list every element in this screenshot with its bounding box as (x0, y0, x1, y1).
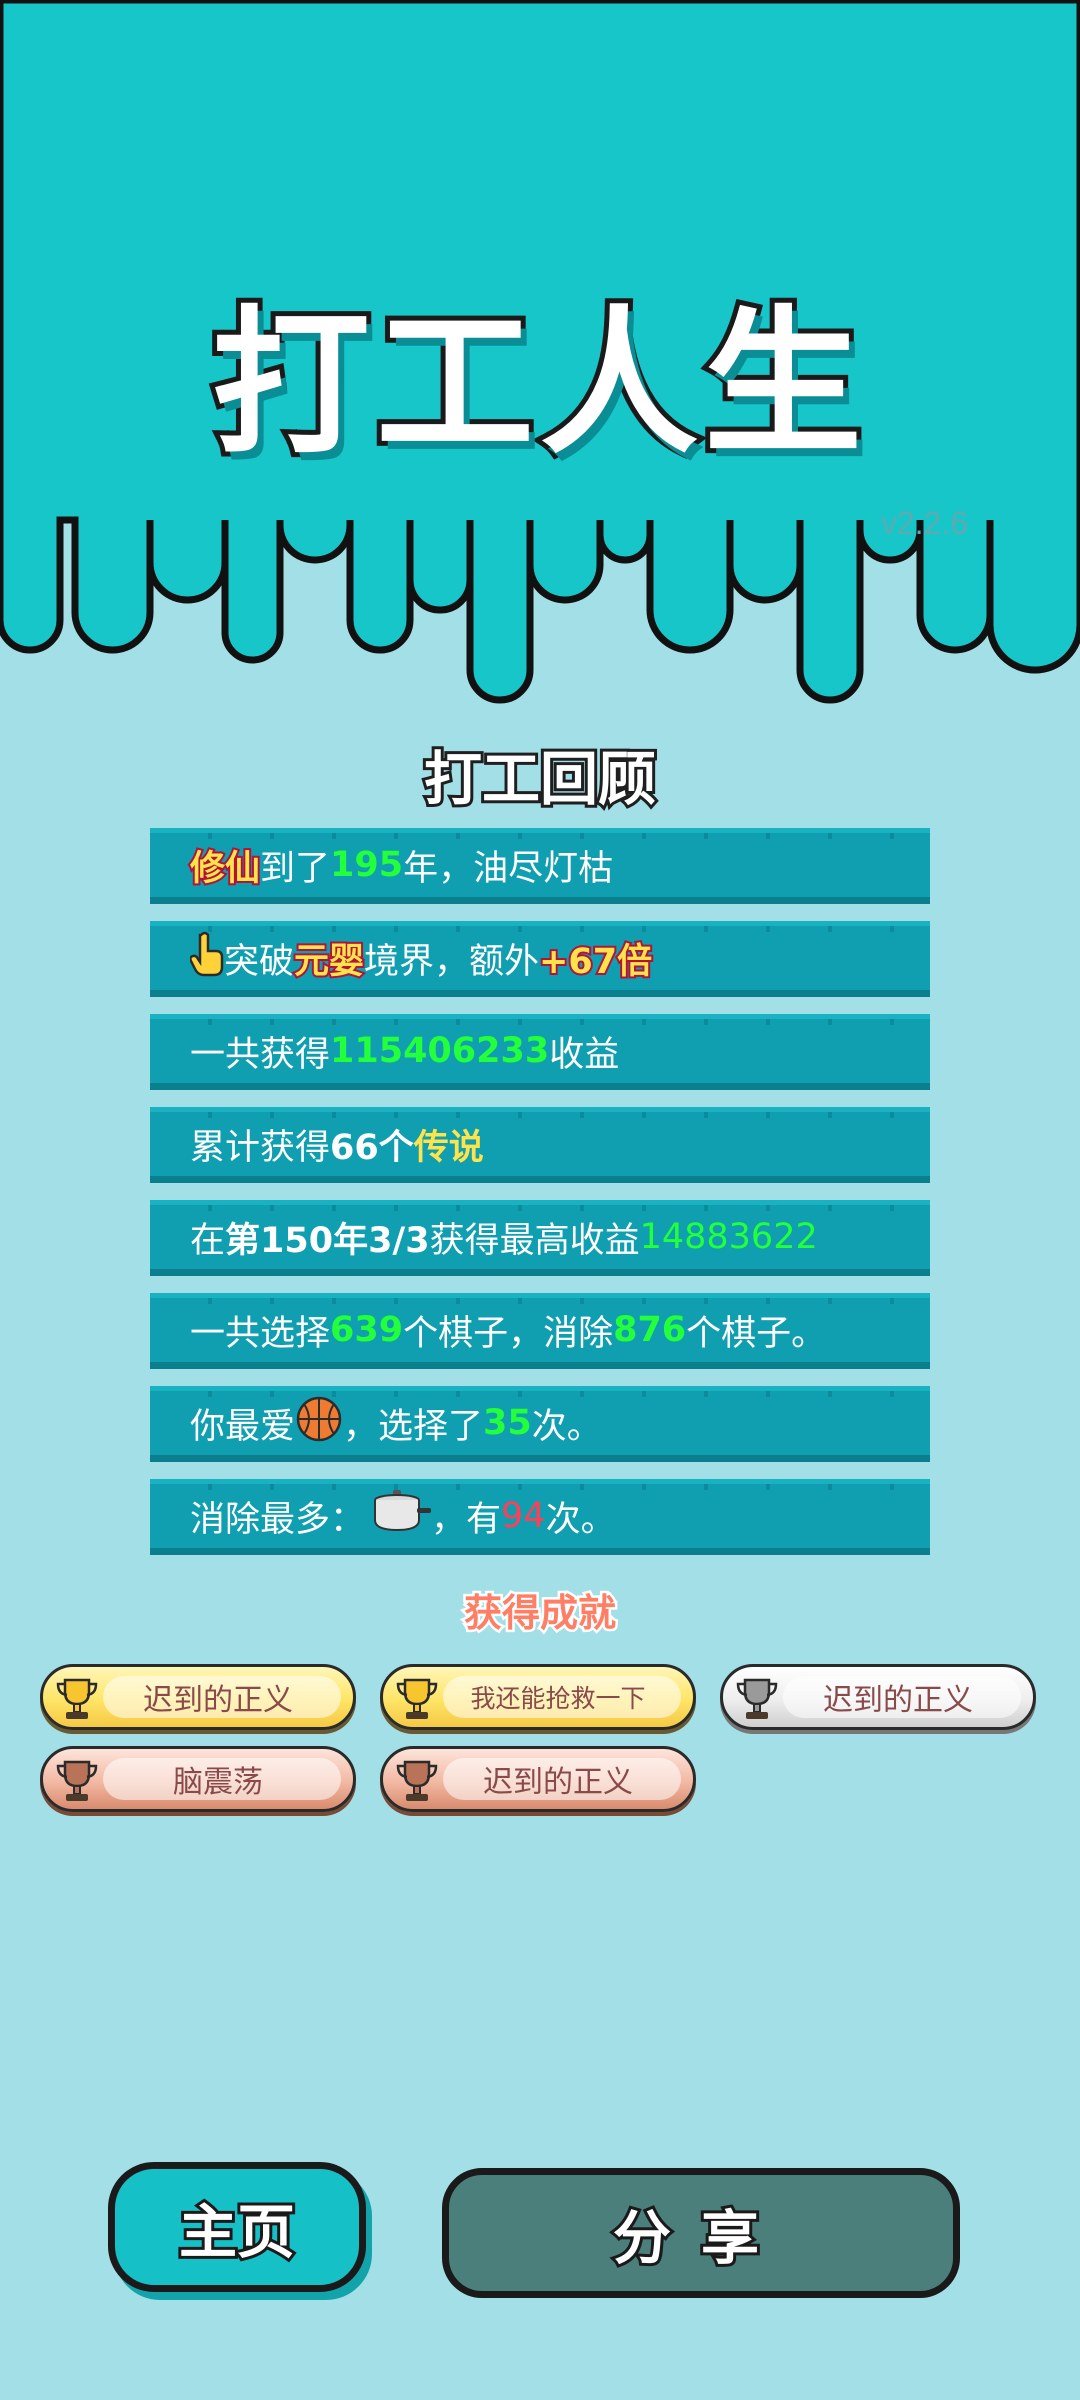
share-button[interactable]: 分享 (442, 2168, 960, 2298)
achievement-badge[interactable]: 迟到的正义 (40, 1664, 356, 1730)
row-text: 在 (190, 1220, 226, 1261)
achievement-label: 脑震荡 (173, 1765, 263, 1800)
review-row: 你最爱 ，选择了 35 次。 (150, 1386, 930, 1462)
row-text: 个棋子，消除 (403, 1313, 614, 1354)
achievement-label: 迟到的正义 (823, 1683, 973, 1718)
row-text: 境界，额外 (364, 941, 540, 982)
row-text: 消除最多： (190, 1499, 366, 1540)
row-text: 次。 (531, 1406, 602, 1447)
row-text: 累计获得 (190, 1127, 331, 1168)
review-row: 一共获得 115406233 收益 (150, 1014, 930, 1090)
achievement-badge[interactable]: 迟到的正义 (720, 1664, 1036, 1730)
row-text: 获得最高收益 (429, 1220, 640, 1261)
review-row: 在 第150年3/3 获得最高收益 14883622 (150, 1200, 930, 1276)
row-text: 一共选择 (190, 1313, 331, 1354)
achievements-title: 获得成就 (461, 1589, 618, 1638)
review-list: 修仙 到了 195 年，油尽灯枯 突破 元婴 境界，额外 +67倍 一共获得 11540623… (150, 828, 930, 1572)
row-text: 115406233 (330, 1031, 550, 1071)
row-text: 94 (501, 1496, 546, 1536)
row-text: 修仙 (188, 847, 262, 891)
home-button[interactable]: 主页 (108, 2162, 366, 2292)
row-text: 第150年3/3 (225, 1220, 430, 1261)
row-text: ，有 (431, 1499, 502, 1540)
achievement-label: 我还能抢救一下 (470, 1684, 646, 1713)
row-text: 876 (613, 1310, 687, 1350)
review-row: 消除最多： ，有 94 次。 (150, 1479, 930, 1555)
review-row: 一共选择 639 个棋子，消除 876 个棋子。 (150, 1293, 930, 1369)
review-row: 累计获得 66个 传说 (150, 1107, 930, 1183)
version-label: v2.2.6 (880, 505, 968, 541)
review-title: 打工回顾 (421, 742, 659, 816)
achievement-badge[interactable]: 迟到的正义 (380, 1746, 696, 1812)
row-text: 一共获得 (190, 1034, 331, 1075)
review-row: 修仙 到了 195 年，油尽灯枯 (150, 828, 930, 904)
row-text: 个棋子。 (686, 1313, 827, 1354)
row-text: 传说 (413, 1127, 484, 1168)
row-text: 到了 (260, 848, 331, 889)
header-banner: 打工人生 v2.2.6 (0, 0, 1080, 720)
row-text: 元婴 (292, 940, 366, 984)
row-text: 195 (330, 845, 404, 885)
achievement-label: 迟到的正义 (143, 1683, 293, 1718)
achievement-badge[interactable]: 脑震荡 (40, 1746, 356, 1812)
game-title: 打工人生 (207, 287, 868, 481)
row-text: 突破 (224, 941, 295, 982)
row-text: 35 (483, 1403, 532, 1443)
row-text: 年，油尽灯枯 (403, 848, 614, 889)
row-text: 你最爱 (190, 1406, 296, 1447)
review-row: 突破 元婴 境界，额外 +67倍 (150, 921, 930, 997)
basketball-icon (295, 1395, 343, 1452)
row-text: 次。 (545, 1499, 616, 1540)
row-text: 收益 (549, 1034, 620, 1075)
row-text: 66个 (330, 1127, 414, 1168)
row-text: ，选择了 (343, 1406, 484, 1447)
cooking-pot-icon (365, 1488, 432, 1545)
row-text: 639 (330, 1310, 404, 1350)
row-text: +67倍 (537, 940, 654, 984)
row-text: 14883622 (639, 1217, 818, 1257)
achievement-label: 迟到的正义 (483, 1765, 633, 1800)
achievement-badge[interactable]: 我还能抢救一下 (380, 1664, 696, 1730)
pointing-hand-icon (189, 931, 224, 986)
